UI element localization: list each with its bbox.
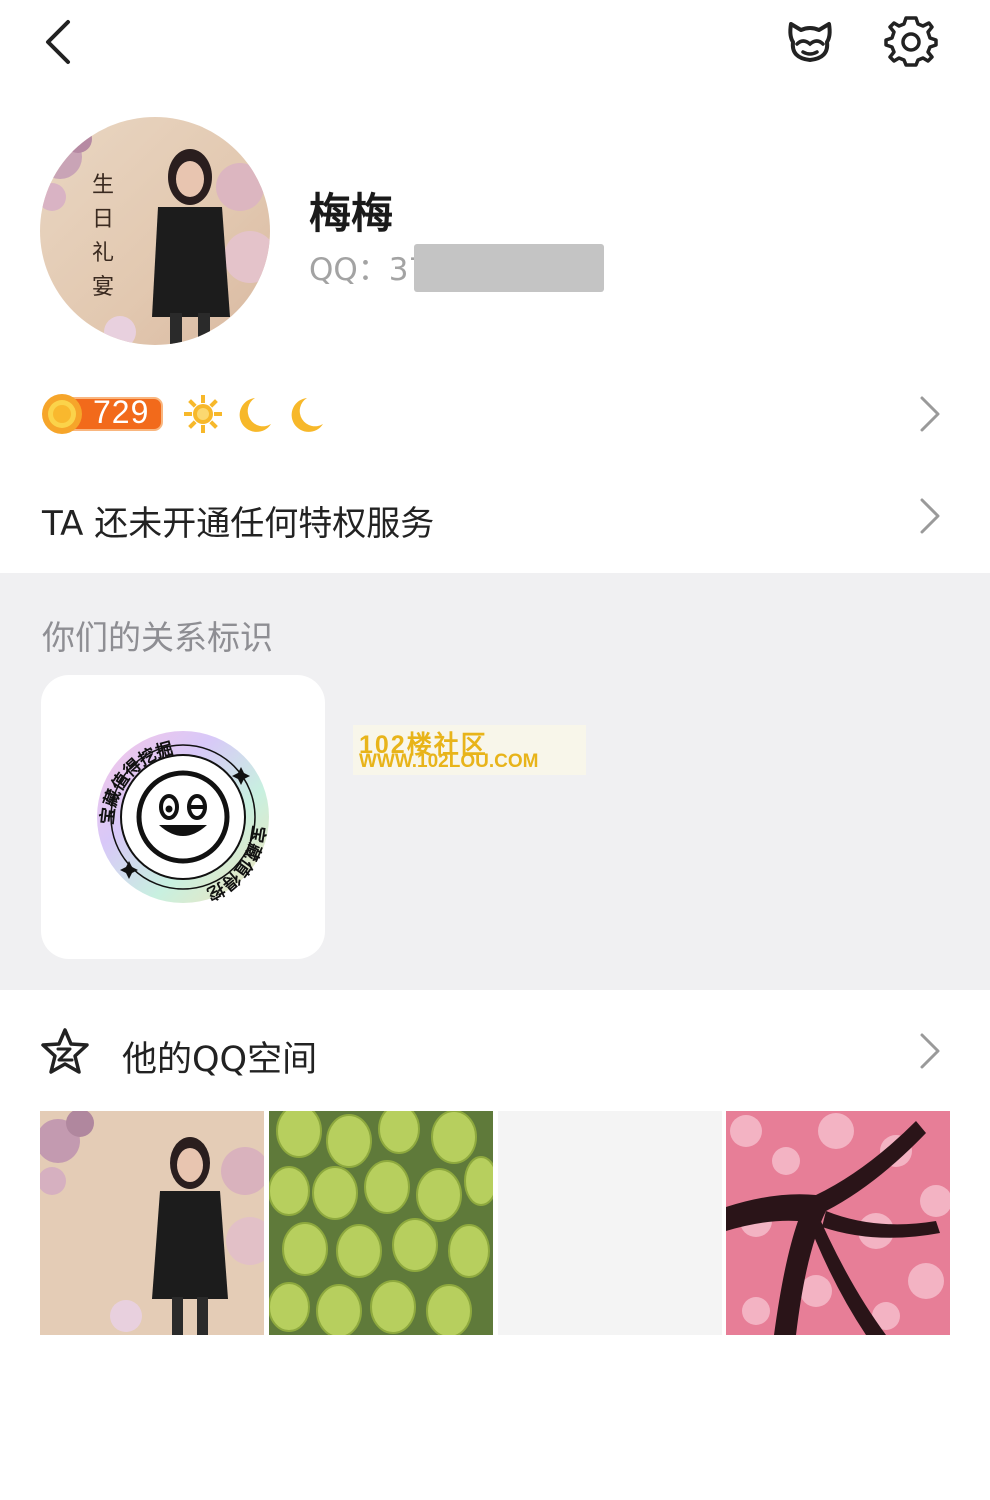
qq-number: QQ：37 bbox=[309, 252, 429, 288]
photo-thumbnail[interactable] bbox=[40, 1111, 264, 1335]
site-watermark: 102楼社区 WWW.102LOU.COM bbox=[353, 725, 586, 775]
avatar-char: 宴 bbox=[91, 275, 114, 300]
pet-icon[interactable] bbox=[783, 14, 837, 68]
nickname: 梅梅 bbox=[309, 189, 394, 238]
level-row[interactable]: 729 bbox=[0, 370, 990, 460]
star-icon bbox=[40, 1027, 90, 1077]
qzone-label: 他的QQ空间 bbox=[122, 1040, 318, 1080]
gear-icon[interactable] bbox=[884, 14, 938, 68]
photo-thumbnail[interactable] bbox=[726, 1111, 950, 1335]
privilege-text: TA 还未开通任何特权服务 bbox=[42, 504, 435, 544]
avatar[interactable]: 生 日 礼 宴 bbox=[40, 117, 270, 345]
back-arrow-icon[interactable] bbox=[36, 14, 86, 70]
sun-icon bbox=[183, 394, 223, 434]
relationship-section: 你们的关系标识 宝藏值得挖掘 宝藏值得挖 102楼社区 WWW.102LOU.C… bbox=[0, 573, 990, 990]
relationship-title: 你们的关系标识 bbox=[42, 618, 273, 657]
moon-icon bbox=[285, 394, 327, 436]
treasure-badge-icon: 宝藏值得挖掘 宝藏值得挖掘 bbox=[33, 659, 270, 904]
relationship-badge-card[interactable]: 宝藏值得挖掘 宝藏值得挖掘 bbox=[33, 659, 325, 959]
level-value: 729 bbox=[93, 394, 150, 430]
avatar-char: 礼 bbox=[91, 241, 114, 266]
top-bar bbox=[0, 0, 990, 90]
qzone-photo-strip bbox=[40, 1111, 950, 1335]
moon-icon bbox=[233, 394, 275, 436]
watermark-line2: WWW.102LOU.COM bbox=[359, 751, 539, 772]
avatar-char: 日 bbox=[91, 207, 114, 232]
chevron-right-icon bbox=[918, 394, 942, 434]
photo-thumbnail[interactable] bbox=[269, 1111, 493, 1335]
avatar-char: 生 bbox=[91, 173, 114, 198]
photo-thumbnail[interactable] bbox=[498, 1111, 722, 1335]
qq-number-redaction bbox=[414, 244, 604, 292]
avatar-calligraphy: 生 日 礼 宴 bbox=[88, 169, 118, 305]
privilege-row[interactable]: TA 还未开通任何特权服务 bbox=[0, 470, 990, 570]
chevron-right-icon bbox=[918, 496, 942, 536]
qzone-row[interactable]: 他的QQ空间 bbox=[0, 1005, 990, 1105]
chevron-right-icon bbox=[918, 1031, 942, 1071]
